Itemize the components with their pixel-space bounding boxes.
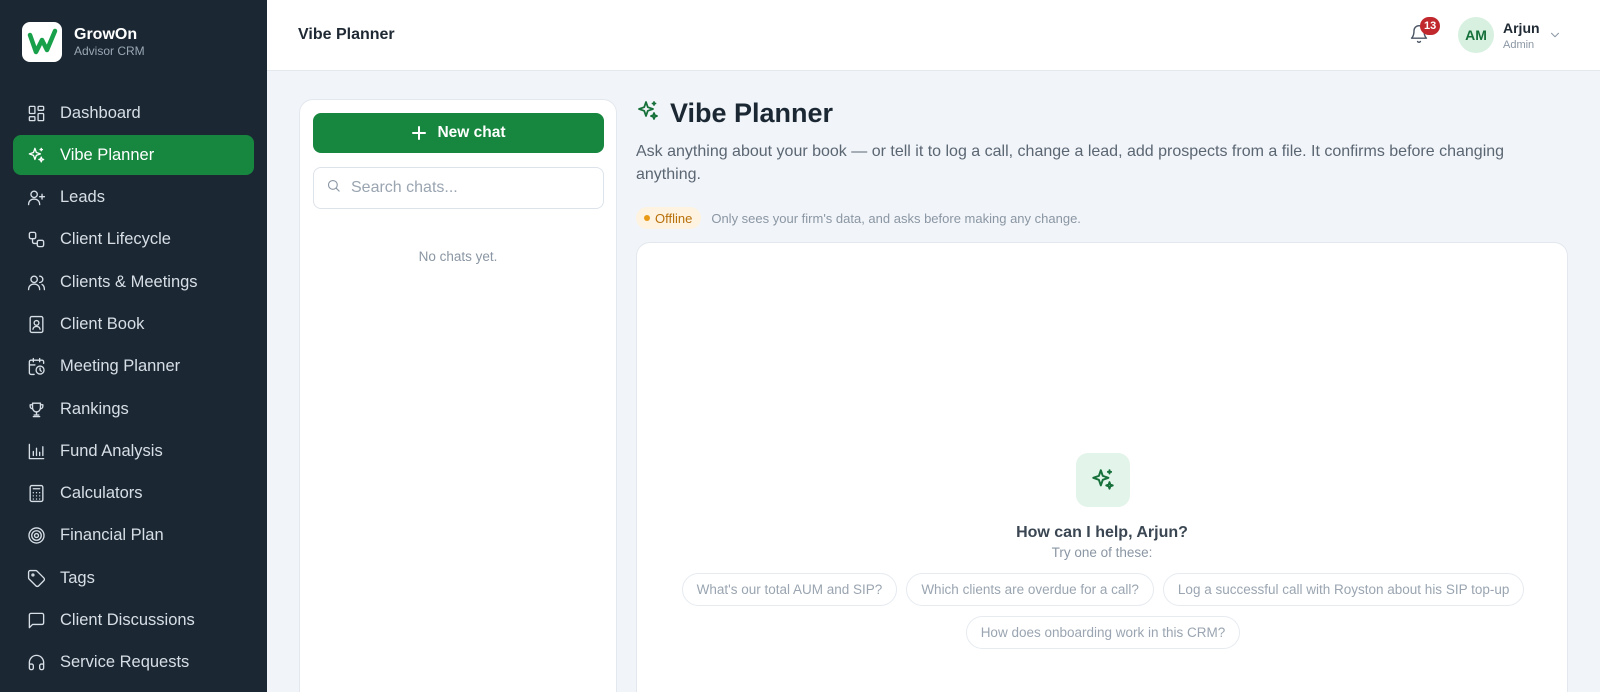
sidebar-nav: Dashboard Vibe Planner Leads Client Life… xyxy=(13,93,254,685)
sidebar-item-leads[interactable]: Leads xyxy=(13,178,254,218)
chat-list-panel: New chat No chats yet. xyxy=(299,99,617,692)
bar-chart-icon xyxy=(26,441,46,461)
search-icon xyxy=(326,178,341,198)
sidebar-item-label: Calculators xyxy=(60,484,143,503)
sidebar-item-client-lifecycle[interactable]: Client Lifecycle xyxy=(13,220,254,260)
sparkles-icon xyxy=(1076,453,1130,507)
chevron-down-icon[interactable] xyxy=(1548,28,1562,42)
top-header: Vibe Planner 13 AM Arjun Admin xyxy=(267,0,1600,71)
brand-subtitle: Advisor CRM xyxy=(74,44,145,58)
sidebar-item-client-discussions[interactable]: Client Discussions xyxy=(13,601,254,641)
users-icon xyxy=(26,272,46,292)
sidebar-item-dashboard[interactable]: Dashboard xyxy=(13,93,254,133)
target-icon xyxy=(26,526,46,546)
sidebar-item-tags[interactable]: Tags xyxy=(13,558,254,598)
sidebar-item-calculators[interactable]: Calculators xyxy=(13,474,254,514)
sidebar-item-meeting-planner[interactable]: Meeting Planner xyxy=(13,347,254,387)
suggestion-chip[interactable]: Log a successful call with Royston about… xyxy=(1162,573,1525,606)
sidebar-item-label: Fund Analysis xyxy=(60,441,163,460)
sidebar-item-label: Vibe Planner xyxy=(60,145,155,164)
sidebar-item-label: Client Book xyxy=(60,314,145,333)
calculator-icon xyxy=(26,484,46,504)
notification-badge: 13 xyxy=(1420,17,1441,35)
search-box xyxy=(313,167,604,209)
sidebar: GrowOn Advisor CRM Dashboard Vibe Planne… xyxy=(0,0,267,692)
suggestions: What's our total AUM and SIP? Which clie… xyxy=(663,573,1543,649)
status-row: Offline Only sees your firm's data, and … xyxy=(636,207,1081,229)
sidebar-item-label: Clients & Meetings xyxy=(60,272,198,291)
suggestion-chip[interactable]: Which clients are overdue for a call? xyxy=(906,573,1154,606)
brand-name: GrowOn xyxy=(74,26,138,43)
sidebar-item-financial-plan[interactable]: Financial Plan xyxy=(13,516,254,556)
message-square-icon xyxy=(26,611,46,631)
user-name[interactable]: Arjun xyxy=(1503,20,1540,36)
hero-subtitle: Try one of these: xyxy=(1051,545,1153,560)
sidebar-item-client-book[interactable]: Client Book xyxy=(13,304,254,344)
sidebar-item-label: Dashboard xyxy=(60,103,141,122)
new-chat-button[interactable]: New chat xyxy=(313,113,604,153)
contact-book-icon xyxy=(26,314,46,334)
status-text: Only sees your firm's data, and asks bef… xyxy=(711,210,1081,226)
sidebar-item-label: Client Lifecycle xyxy=(60,230,171,249)
main-title-row: Vibe Planner xyxy=(636,98,833,129)
page-title: Vibe Planner xyxy=(298,26,395,43)
growon-logo-icon xyxy=(22,22,62,62)
suggestion-chip[interactable]: How does onboarding work in this CRM? xyxy=(965,616,1241,649)
status-label: Offline xyxy=(655,210,693,226)
status-badge: Offline xyxy=(636,207,702,229)
main-description: Ask anything about your book — or tell i… xyxy=(636,143,1505,183)
sidebar-item-label: Meeting Planner xyxy=(60,357,181,376)
empty-chats-text: No chats yet. xyxy=(418,249,498,264)
sidebar-item-label: Rankings xyxy=(60,399,129,418)
sidebar-item-label: Client Discussions xyxy=(60,611,195,630)
sidebar-item-rankings[interactable]: Rankings xyxy=(13,389,254,429)
chat-area: How can I help, Arjun? Try one of these:… xyxy=(636,242,1568,692)
sparkles-icon xyxy=(26,145,46,165)
sidebar-item-service-requests[interactable]: Service Requests xyxy=(13,643,254,683)
sidebar-item-label: Financial Plan xyxy=(60,526,164,545)
user-role: Admin xyxy=(1503,39,1535,51)
hero-title: How can I help, Arjun? xyxy=(1016,524,1188,541)
sidebar-item-vibe-planner[interactable]: Vibe Planner xyxy=(13,135,254,176)
sidebar-item-label: Leads xyxy=(60,188,105,207)
suggestion-chip[interactable]: What's our total AUM and SIP? xyxy=(681,573,898,606)
sparkles-icon xyxy=(636,99,660,128)
workflow-icon xyxy=(26,230,46,250)
user-plus-icon xyxy=(26,188,46,208)
new-chat-label: New chat xyxy=(437,124,506,141)
sidebar-item-fund-analysis[interactable]: Fund Analysis xyxy=(13,431,254,471)
trophy-icon xyxy=(26,399,46,419)
calendar-clock-icon xyxy=(26,357,46,377)
headphones-icon xyxy=(26,653,46,673)
plus-icon xyxy=(411,125,427,141)
search-chats-input[interactable] xyxy=(351,179,591,197)
status-dot-icon xyxy=(644,215,650,221)
brand[interactable]: GrowOn Advisor CRM xyxy=(22,22,145,62)
main-heading: Vibe Planner xyxy=(670,98,834,128)
dashboard-icon xyxy=(26,103,46,123)
tag-icon xyxy=(26,568,46,588)
sidebar-item-clients-meetings[interactable]: Clients & Meetings xyxy=(13,262,254,302)
sidebar-item-label: Tags xyxy=(60,568,95,587)
avatar[interactable]: AM xyxy=(1458,17,1494,53)
sidebar-item-label: Service Requests xyxy=(60,653,190,672)
